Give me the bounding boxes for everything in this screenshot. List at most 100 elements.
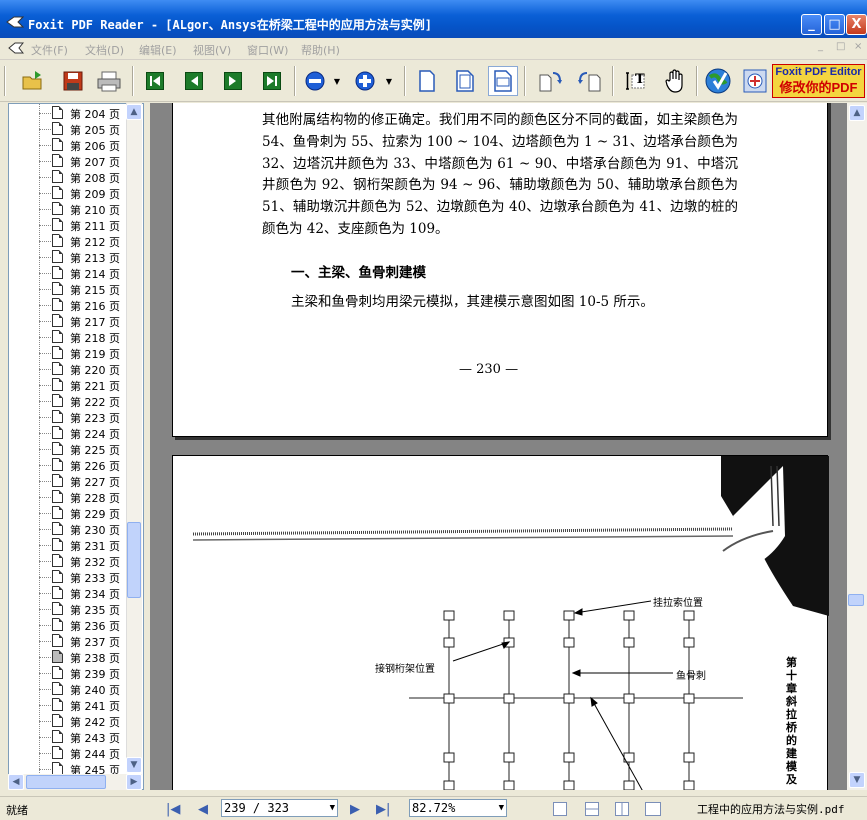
facing-view-button[interactable] [615, 802, 629, 816]
bookmark-horizontal-thumb[interactable] [26, 775, 106, 789]
bookmark-page-item[interactable]: 第 223 页 [9, 409, 129, 425]
document-view[interactable]: 其他附属结构物的修正确定。我们用不同的颜色区分不同的截面，如主梁颜色为 54、鱼… [150, 103, 847, 790]
zoom-in-button[interactable] [350, 66, 380, 96]
bookmark-page-item[interactable]: 第 204 页 [9, 105, 129, 121]
rotate-counterclockwise-button[interactable] [575, 66, 605, 96]
chevron-down-icon[interactable]: ▼ [330, 800, 335, 816]
menu-help[interactable]: 帮助(H) [301, 42, 340, 58]
zoom-out-button[interactable] [300, 66, 330, 96]
bookmark-page-item[interactable]: 第 212 页 [9, 233, 129, 249]
foxit-menu-icon[interactable] [8, 42, 24, 54]
bookmark-page-item[interactable]: 第 220 页 [9, 361, 129, 377]
status-first-page-button[interactable]: |◀ [166, 802, 180, 817]
bookmark-scroll-right-button[interactable]: ▶ [126, 774, 142, 790]
actual-size-button[interactable] [412, 66, 442, 96]
bookmark-page-item[interactable]: 第 207 页 [9, 153, 129, 169]
status-previous-page-button[interactable]: ◀ [198, 802, 208, 817]
first-page-button[interactable] [140, 66, 170, 96]
bookmark-horizontal-scrollbar[interactable]: ◀ ▶ [8, 774, 142, 790]
bookmark-page-item[interactable]: 第 221 页 [9, 377, 129, 393]
text-select-button[interactable]: T [620, 66, 650, 96]
zoom-in-dropdown[interactable]: ▼ [382, 66, 396, 96]
save-button[interactable] [58, 66, 88, 96]
fit-page-button[interactable] [450, 66, 480, 96]
bookmark-page-item[interactable]: 第 224 页 [9, 425, 129, 441]
bookmark-page-item[interactable]: 第 240 页 [9, 681, 129, 697]
foxit-editor-ad-banner[interactable]: Foxit PDF Editor 修改你的PDF [772, 64, 865, 98]
bookmark-page-item[interactable]: 第 226 页 [9, 457, 129, 473]
bookmark-page-item[interactable]: 第 229 页 [9, 505, 129, 521]
menu-file[interactable]: 文件(F) [31, 42, 68, 58]
bookmark-page-item[interactable]: 第 233 页 [9, 569, 129, 585]
zoom-field[interactable]: 82.72% ▼ [409, 799, 507, 817]
previous-page-button[interactable] [179, 66, 209, 96]
bookmark-page-item[interactable]: 第 217 页 [9, 313, 129, 329]
bookmark-page-item[interactable]: 第 234 页 [9, 585, 129, 601]
menu-view[interactable]: 视图(V) [193, 42, 231, 58]
menu-window[interactable]: 窗口(W) [247, 42, 288, 58]
bookmark-page-item[interactable]: 第 219 页 [9, 345, 129, 361]
continuous-view-button[interactable] [585, 802, 599, 816]
open-button[interactable] [18, 66, 48, 96]
bookmark-page-item[interactable]: 第 210 页 [9, 201, 129, 217]
bookmark-page-item[interactable]: 第 209 页 [9, 185, 129, 201]
document-vertical-scrollbar[interactable]: ▲ ▼ [847, 103, 867, 790]
bookmark-page-item[interactable]: 第 222 页 [9, 393, 129, 409]
print-button[interactable] [94, 66, 124, 96]
bookmark-page-item[interactable]: 第 228 页 [9, 489, 129, 505]
fit-width-button[interactable] [488, 66, 518, 96]
bookmark-scroll-up-button[interactable]: ▲ [126, 104, 142, 120]
bookmark-scroll-left-button[interactable]: ◀ [8, 774, 24, 790]
bookmark-page-item[interactable]: 第 244 页 [9, 745, 129, 761]
status-last-page-button[interactable]: ▶| [376, 802, 390, 817]
document-scroll-thumb[interactable] [848, 594, 864, 606]
bookmark-page-item[interactable]: 第 218 页 [9, 329, 129, 345]
document-scroll-down-button[interactable]: ▼ [849, 772, 865, 788]
bookmark-page-item[interactable]: 第 232 页 [9, 553, 129, 569]
compare-button[interactable] [740, 66, 770, 96]
bookmark-page-item[interactable]: 第 225 页 [9, 441, 129, 457]
bookmark-page-item[interactable]: 第 206 页 [9, 137, 129, 153]
doc-close-button[interactable]: × [854, 41, 862, 52]
hand-tool-button[interactable] [660, 66, 690, 96]
next-page-button[interactable] [218, 66, 248, 96]
bookmark-page-item[interactable]: 第 215 页 [9, 281, 129, 297]
minimize-button[interactable]: _ [801, 14, 822, 35]
title-bar[interactable]: Foxit PDF Reader - [ALgor、Ansys在桥梁工程中的应用… [0, 0, 867, 38]
page-bookmark-tree[interactable]: 第 204 页第 205 页第 206 页第 207 页第 208 页第 209… [8, 103, 144, 790]
bookmark-page-item[interactable]: 第 214 页 [9, 265, 129, 281]
status-next-page-button[interactable]: ▶ [350, 802, 360, 817]
bookmark-page-item[interactable]: 第 241 页 [9, 697, 129, 713]
bookmark-page-item[interactable]: 第 243 页 [9, 729, 129, 745]
bookmark-scroll-down-button[interactable]: ▼ [126, 757, 142, 773]
bookmark-page-item[interactable]: 第 238 页 [9, 649, 129, 665]
bookmark-page-item[interactable]: 第 235 页 [9, 601, 129, 617]
page-number-field[interactable]: 239 / 323 ▼ [221, 799, 338, 817]
bookmark-page-item[interactable]: 第 239 页 [9, 665, 129, 681]
menu-document[interactable]: 文档(D) [85, 42, 124, 58]
doc-minimize-button[interactable]: _ [818, 41, 823, 52]
bookmark-page-item[interactable]: 第 237 页 [9, 633, 129, 649]
bookmark-scroll-thumb[interactable] [127, 522, 141, 598]
bookmark-page-item[interactable]: 第 216 页 [9, 297, 129, 313]
maximize-button[interactable]: □ [824, 14, 845, 35]
bookmark-page-item[interactable]: 第 236 页 [9, 617, 129, 633]
bookmark-page-item[interactable]: 第 205 页 [9, 121, 129, 137]
doc-restore-button[interactable]: □ [836, 41, 845, 52]
bookmark-page-item[interactable]: 第 230 页 [9, 521, 129, 537]
chevron-down-icon[interactable]: ▼ [499, 800, 504, 816]
single-page-view-button[interactable] [553, 802, 567, 816]
bookmark-page-item[interactable]: 第 231 页 [9, 537, 129, 553]
bookmark-page-item[interactable]: 第 213 页 [9, 249, 129, 265]
last-page-button[interactable] [257, 66, 287, 96]
menu-edit[interactable]: 编辑(E) [139, 42, 177, 58]
bookmark-page-item[interactable]: 第 227 页 [9, 473, 129, 489]
continuous-facing-view-button[interactable] [645, 802, 661, 816]
bookmark-page-item[interactable]: 第 208 页 [9, 169, 129, 185]
bookmark-vertical-scrollbar[interactable] [126, 103, 142, 772]
bookmark-page-item[interactable]: 第 242 页 [9, 713, 129, 729]
update-button[interactable] [703, 66, 733, 96]
rotate-clockwise-button[interactable] [535, 66, 565, 96]
bookmark-page-item[interactable]: 第 211 页 [9, 217, 129, 233]
zoom-out-dropdown[interactable]: ▼ [330, 66, 344, 96]
